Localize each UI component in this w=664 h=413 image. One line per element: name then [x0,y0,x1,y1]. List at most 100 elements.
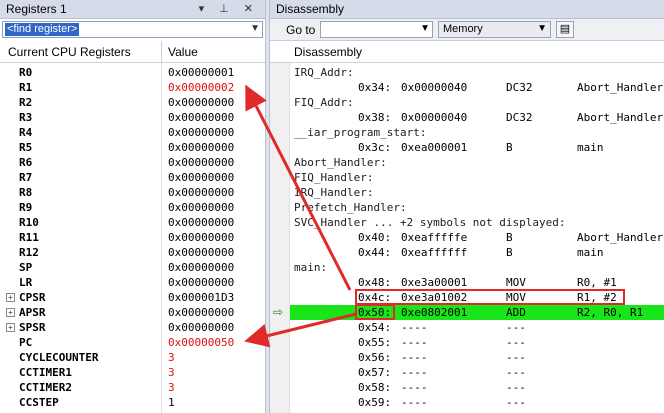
register-name: R7 [19,171,33,184]
register-value[interactable]: 0x00000000 [168,245,234,260]
disassembly-line[interactable]: Abort_Handler: [290,155,664,170]
disassembly-line[interactable]: FIQ_Addr: [290,95,664,110]
register-value[interactable]: 1 [168,395,175,410]
register-name: R9 [19,201,33,214]
line-opcode: 0x00000040 [401,111,468,124]
register-value[interactable]: 3 [168,350,175,365]
register-value[interactable]: 0x00000000 [168,110,234,125]
line-mnemonic: DC32 [506,111,533,124]
disassembly-line-current[interactable]: 0x50: ADD R2, R0, R1 0xe0802001 [290,305,664,320]
register-value[interactable]: 0x00000000 [168,230,234,245]
chevron-down-icon[interactable]: ▼ [537,23,547,34]
register-value[interactable]: 0x00000000 [168,320,234,335]
register-value[interactable]: 3 [168,380,175,395]
expand-icon[interactable]: + [6,308,15,317]
register-value[interactable]: 0x000001D3 [168,290,234,305]
register-row[interactable]: R5 0x00000000 [0,140,265,155]
register-row[interactable]: CCTIMER2 3 [0,380,265,395]
register-value[interactable]: 0x00000000 [168,140,234,155]
expand-icon[interactable]: + [6,293,15,302]
register-name: R2 [19,96,33,109]
disassembly-line[interactable]: IRQ_Addr: [290,65,664,80]
line-mnemonic: --- [506,321,526,334]
disassembly-line[interactable]: 0x38: DC32 Abort_Handler 0x00000040 [290,110,664,125]
register-row[interactable]: R11 0x00000000 [0,230,265,245]
disassembly-line[interactable]: 0x58: --- ---- [290,380,664,395]
register-value[interactable]: 0x00000000 [168,305,234,320]
goto-input[interactable]: ▼ [320,21,433,38]
memory-select[interactable]: Memory ▼ [438,21,551,38]
register-row[interactable]: R9 0x00000000 [0,200,265,215]
disassembly-line[interactable]: 0x44: Bmain 0xeaffffff [290,245,664,260]
register-value[interactable]: 0x00000000 [168,95,234,110]
register-row[interactable]: R8 0x00000000 [0,185,265,200]
line-opcode: ---- [401,366,428,379]
register-name: R8 [19,186,33,199]
disassembly-line[interactable]: Prefetch_Handler: [290,200,664,215]
register-row[interactable]: CCSTEP 1 [0,395,265,410]
register-value[interactable]: 0x00000001 [168,65,234,80]
disassembly-line[interactable]: 0x54: --- ---- [290,320,664,335]
disassembly-line[interactable]: 0x59: --- ---- [290,395,664,410]
pane-window-controls-icon[interactable]: ▾ ⊥ ✕ [199,2,259,15]
register-row[interactable]: R6 0x00000000 [0,155,265,170]
find-register-input[interactable]: <find register> ▼ [2,21,263,38]
line-address: 0x54: [358,321,392,334]
chevron-down-icon[interactable]: ▼ [250,23,260,34]
disassembly-line[interactable]: 0x48: MOV R0, #1 0xe3a00001 [290,275,664,290]
register-value[interactable]: 3 [168,365,175,380]
register-value[interactable]: 0x00000000 [168,215,234,230]
register-row[interactable]: R2 0x00000000 [0,95,265,110]
goto-label: Go to [286,23,316,37]
register-row[interactable]: CCTIMER1 3 [0,365,265,380]
register-value[interactable]: 0x00000002 [168,80,234,95]
line-mnemonic: ADD [506,306,526,319]
disassembly-line[interactable]: 0x34: DC32 Abort_Handler 0x00000040 [290,80,664,95]
column-header-value[interactable]: Value [168,45,198,59]
register-row[interactable]: R4 0x00000000 [0,125,265,140]
register-value[interactable]: 0x00000000 [168,200,234,215]
register-name: R0 [19,66,33,79]
find-register-placeholder: <find register> [5,23,80,36]
disassembly-line[interactable]: main: [290,260,664,275]
register-row[interactable]: R7 0x00000000 [0,170,265,185]
disassembly-line[interactable]: SVC_Handler ... +2 symbols not displayed… [290,215,664,230]
register-value[interactable]: 0x00000050 [168,335,234,350]
register-value[interactable]: 0x00000000 [168,275,234,290]
register-value[interactable]: 0x00000000 [168,155,234,170]
breakpoint-gutter[interactable] [270,63,290,413]
line-label: Prefetch_Handler: [294,201,407,214]
document-options-button[interactable]: ▤ [556,21,574,38]
register-row[interactable]: + APSR 0x00000000 [0,305,265,320]
register-row[interactable]: SP 0x00000000 [0,260,265,275]
register-row[interactable]: PC 0x00000050 [0,335,265,350]
register-value[interactable]: 0x00000000 [168,185,234,200]
disassembly-line[interactable]: 0x55: --- ---- [290,335,664,350]
register-value[interactable]: 0x00000000 [168,260,234,275]
line-label: IRQ_Addr: [294,66,354,79]
disassembly-line[interactable]: __iar_program_start: [290,125,664,140]
registers-table-header: Current CPU Registers Value [0,41,265,63]
disassembly-line[interactable]: 0x57: --- ---- [290,365,664,380]
disassembly-line[interactable]: IRQ_Handler: [290,185,664,200]
disassembly-line[interactable]: 0x56: --- ---- [290,350,664,365]
expand-icon[interactable]: + [6,323,15,332]
register-row[interactable]: R3 0x00000000 [0,110,265,125]
line-label: SVC_Handler ... +2 symbols not displayed… [294,216,566,229]
register-row[interactable]: LR 0x00000000 [0,275,265,290]
chevron-down-icon[interactable]: ▼ [420,23,430,34]
disassembly-line[interactable]: 0x3c: Bmain 0xea000001 [290,140,664,155]
disassembly-line[interactable]: FIQ_Handler: [290,170,664,185]
register-value[interactable]: 0x00000000 [168,125,234,140]
register-value[interactable]: 0x00000000 [168,170,234,185]
disassembly-line[interactable]: 0x40: B Abort_Handler 0xeafffffe [290,230,664,245]
register-row[interactable]: R0 0x00000001 [0,65,265,80]
register-row[interactable]: R1 0x00000002 [0,80,265,95]
register-row[interactable]: R10 0x00000000 [0,215,265,230]
register-row[interactable]: + SPSR 0x00000000 [0,320,265,335]
register-row[interactable]: + CPSR 0x000001D3 [0,290,265,305]
register-row[interactable]: R12 0x00000000 [0,245,265,260]
register-row[interactable]: CYCLECOUNTER 3 [0,350,265,365]
line-mnemonic: --- [506,396,526,409]
column-header-register[interactable]: Current CPU Registers [8,45,131,59]
